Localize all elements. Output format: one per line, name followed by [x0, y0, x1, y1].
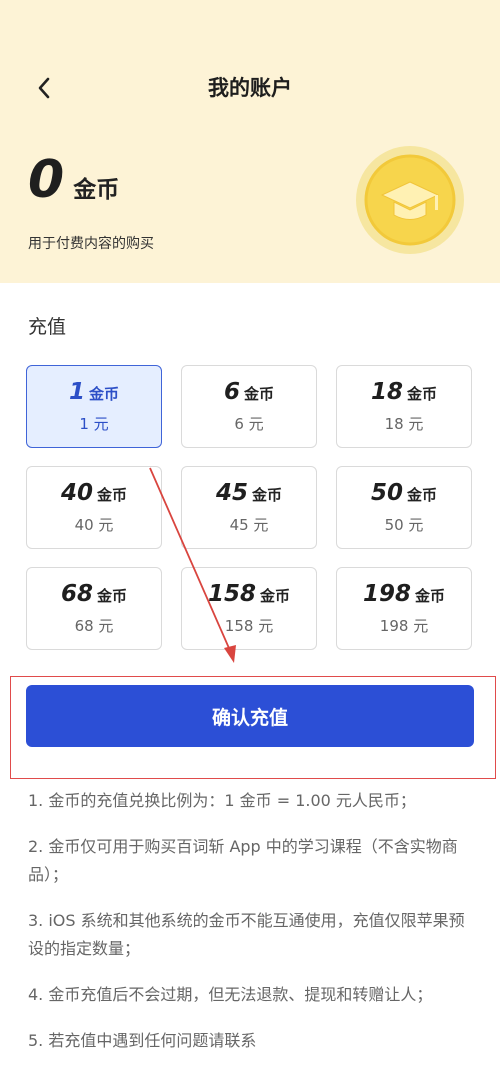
recharge-option-6[interactable]: 6 金币 6 元	[181, 365, 317, 448]
page-title: 我的账户	[208, 76, 292, 100]
option-amount: 45	[215, 480, 248, 506]
note-item: 5. 若充值中遇到任何问题请联系	[28, 1031, 257, 1050]
note-item: 4. 金币充值后不会过期，但无法退款、提现和转赠让人；	[28, 985, 433, 1004]
recharge-section-title: 充值	[28, 316, 67, 338]
option-unit: 金币	[260, 587, 291, 605]
graduation-cap-coin-icon	[356, 146, 464, 254]
option-price: 45 元	[229, 516, 269, 534]
option-unit: 金币	[97, 486, 128, 504]
balance-unit: 金币	[73, 177, 120, 203]
recharge-option-18[interactable]: 18 金币 18 元	[336, 365, 472, 448]
option-amount: 18	[370, 379, 403, 405]
balance-description: 用于付费内容的购买	[28, 236, 154, 252]
recharge-option-50[interactable]: 50 金币 50 元	[336, 466, 472, 549]
recharge-option-158[interactable]: 158 金币 158 元	[181, 567, 317, 650]
recharge-notes: 1. 金币的充值兑换比例为：1 金币 = 1.00 元人民币； 2. 金币仅可用…	[28, 787, 478, 1073]
option-price: 68 元	[74, 617, 114, 635]
recharge-option-40[interactable]: 40 金币 40 元	[26, 466, 162, 549]
option-unit: 金币	[407, 385, 438, 403]
option-price: 158 元	[224, 617, 274, 635]
option-price: 6 元	[234, 415, 264, 433]
option-price: 198 元	[379, 617, 429, 635]
note-item: 1. 金币的充值兑换比例为：1 金币 = 1.00 元人民币；	[28, 791, 416, 810]
confirm-recharge-button[interactable]: 确认充值	[26, 685, 474, 747]
option-price: 18 元	[384, 415, 424, 433]
option-unit: 金币	[89, 385, 120, 403]
option-amount: 1	[68, 379, 85, 405]
note-item: 3. iOS 系统和其他系统的金币不能互通使用，充值仅限苹果预设的指定数量；	[28, 911, 465, 958]
note-item: 2. 金币仅可用于购买百词斩 App 中的学习课程（不含实物商品）；	[28, 837, 458, 884]
account-header: 我的账户 0 金币 用于付费内容的购买	[0, 0, 500, 283]
option-price: 50 元	[384, 516, 424, 534]
balance-value: 0	[28, 150, 64, 210]
option-amount: 6	[223, 379, 240, 405]
option-unit: 金币	[415, 587, 446, 605]
option-amount: 40	[60, 480, 93, 506]
option-unit: 金币	[407, 486, 438, 504]
option-unit: 金币	[244, 385, 275, 403]
option-unit: 金币	[252, 486, 283, 504]
recharge-option-68[interactable]: 68 金币 68 元	[26, 567, 162, 650]
balance-display: 0 金币	[28, 150, 119, 210]
option-amount: 50	[370, 480, 403, 506]
option-price: 1 元	[79, 415, 109, 433]
recharge-option-1[interactable]: 1 金币 1 元	[26, 365, 162, 448]
option-amount: 158	[207, 581, 256, 607]
option-amount: 198	[362, 581, 411, 607]
recharge-option-45[interactable]: 45 金币 45 元	[181, 466, 317, 549]
option-unit: 金币	[97, 587, 128, 605]
option-price: 40 元	[74, 516, 114, 534]
recharge-option-198[interactable]: 198 金币 198 元	[336, 567, 472, 650]
option-amount: 68	[60, 581, 93, 607]
